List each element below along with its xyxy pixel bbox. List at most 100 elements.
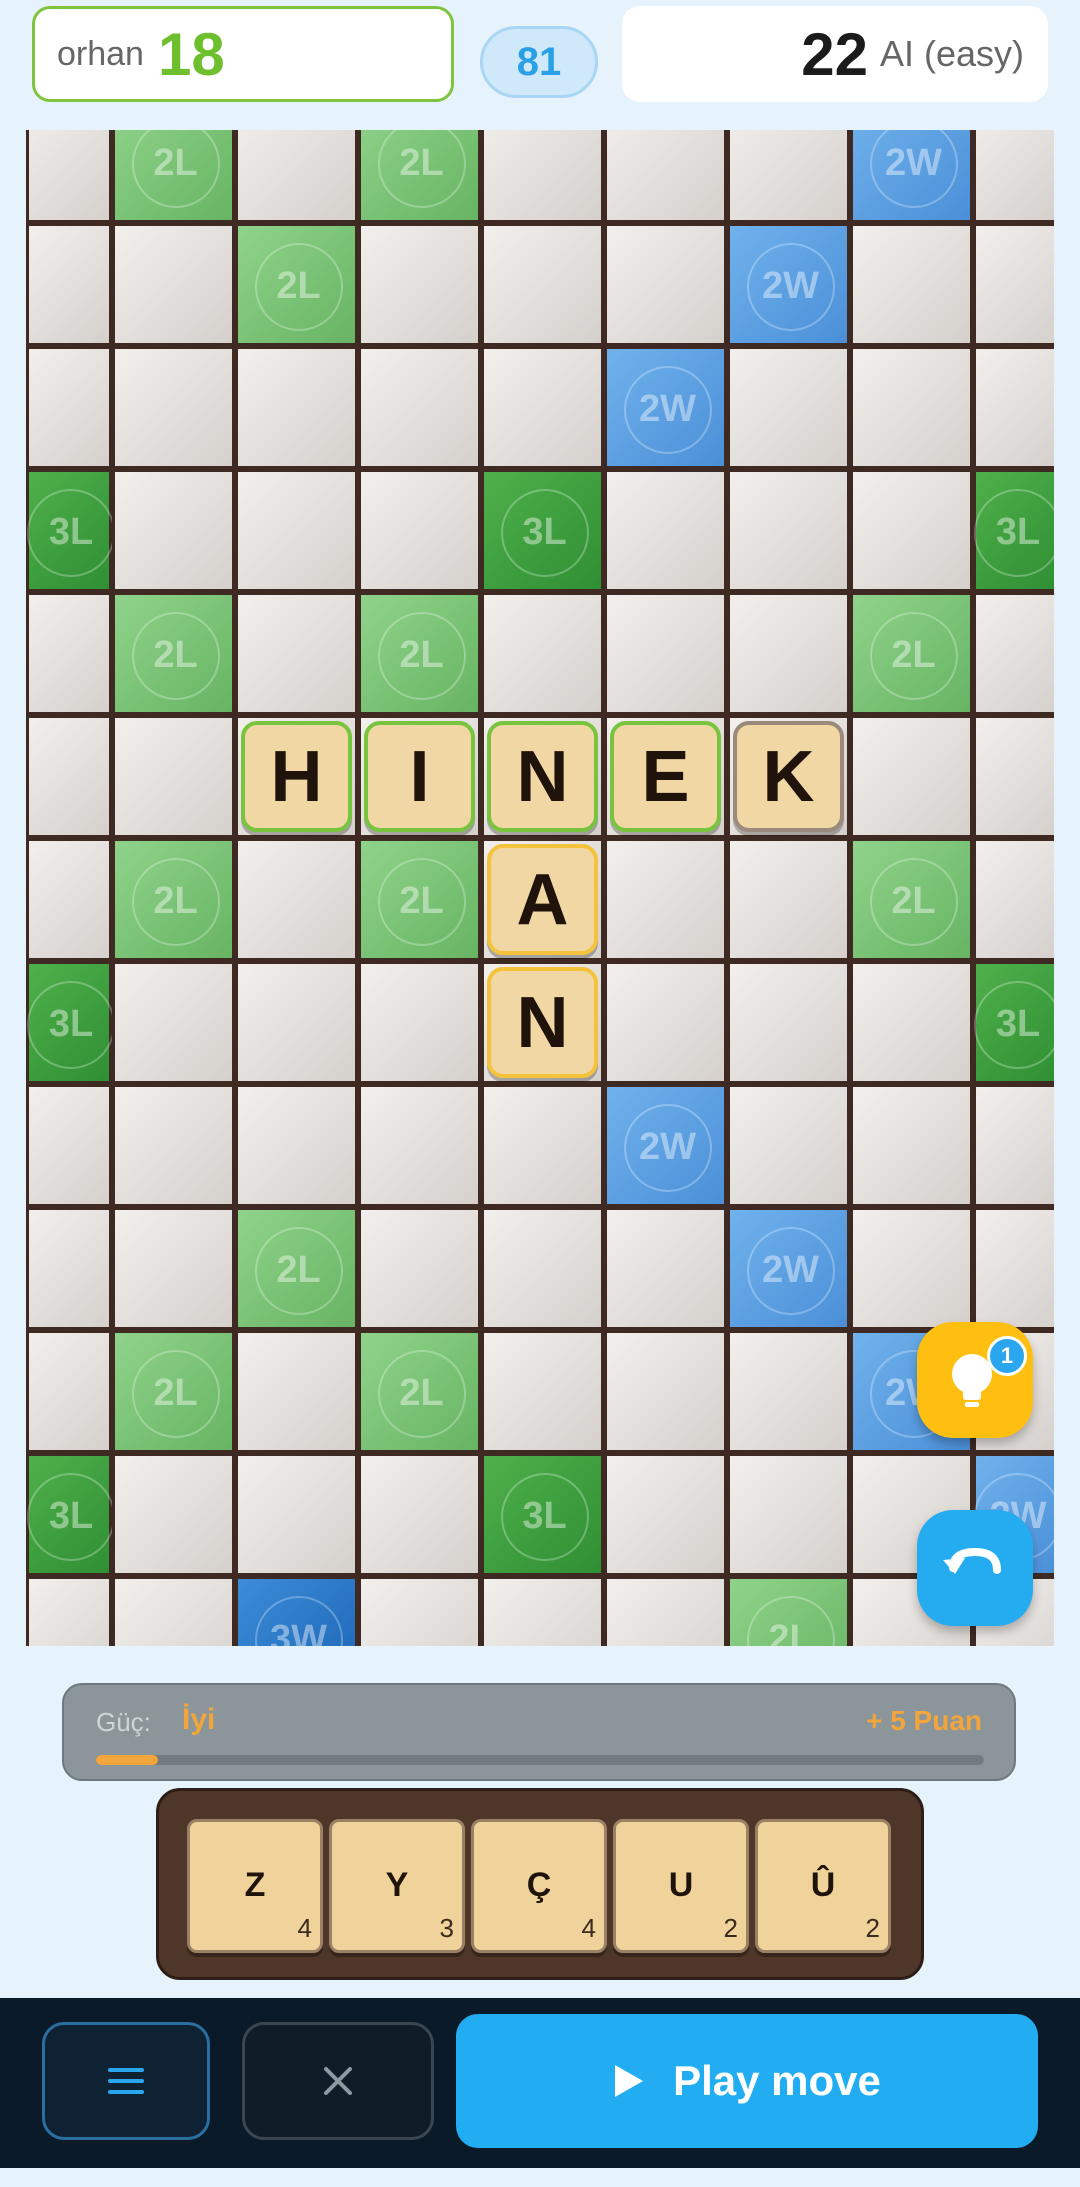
board-cell[interactable]	[235, 346, 358, 469]
bonus-cell-2l[interactable]: 2L	[112, 130, 235, 223]
board-cell[interactable]	[604, 592, 727, 715]
board-cell[interactable]	[26, 1576, 112, 1646]
bonus-cell-2l[interactable]: 2L	[112, 592, 235, 715]
hint-button[interactable]: 1	[917, 1322, 1033, 1438]
undo-button[interactable]	[917, 1510, 1033, 1626]
board-cell[interactable]	[973, 1207, 1054, 1330]
board-cell[interactable]	[358, 223, 481, 346]
board-cell[interactable]	[481, 223, 604, 346]
board-cell[interactable]	[727, 469, 850, 592]
board-cell[interactable]	[973, 715, 1054, 838]
board-cell[interactable]	[481, 1207, 604, 1330]
play-move-button[interactable]: Play move	[456, 2014, 1038, 2148]
bonus-cell-2l[interactable]: 2L	[850, 838, 973, 961]
rack-tile[interactable]: Y3	[329, 1819, 465, 1953]
board-cell[interactable]	[26, 1330, 112, 1453]
bonus-cell-2w[interactable]: 2W	[604, 1084, 727, 1207]
board-cell[interactable]	[235, 1453, 358, 1576]
board-cell[interactable]	[26, 592, 112, 715]
board-cell[interactable]	[26, 1084, 112, 1207]
board-cell[interactable]	[112, 469, 235, 592]
bonus-cell-2w[interactable]: 2W	[604, 346, 727, 469]
board-cell[interactable]	[358, 1453, 481, 1576]
board-cell[interactable]	[604, 1207, 727, 1330]
bonus-cell-2w[interactable]: 2W	[850, 130, 973, 223]
board-cell[interactable]	[973, 838, 1054, 961]
board-cell[interactable]	[604, 1576, 727, 1646]
board-cell[interactable]	[850, 223, 973, 346]
rack-tile[interactable]: Û2	[755, 1819, 891, 1953]
cancel-move-button[interactable]	[242, 2022, 434, 2140]
board-cell[interactable]	[481, 592, 604, 715]
board-cell[interactable]	[727, 1330, 850, 1453]
board-cell[interactable]	[727, 130, 850, 223]
board-cell[interactable]	[604, 961, 727, 1084]
board-cell[interactable]	[850, 715, 973, 838]
bonus-cell-3l[interactable]: 3L	[973, 469, 1054, 592]
board-cell[interactable]	[235, 838, 358, 961]
bonus-cell-2l[interactable]: 2L	[112, 838, 235, 961]
board-cell[interactable]	[850, 1084, 973, 1207]
board-cell[interactable]	[727, 1453, 850, 1576]
board-cell[interactable]	[112, 1207, 235, 1330]
board-cell[interactable]	[481, 1576, 604, 1646]
board-cell[interactable]	[26, 223, 112, 346]
board-cell[interactable]	[358, 961, 481, 1084]
bonus-cell-3l[interactable]: 3L	[26, 469, 115, 592]
board-cell[interactable]	[604, 1330, 727, 1453]
board-cell[interactable]	[235, 961, 358, 1084]
bonus-cell-2l[interactable]: 2L	[235, 223, 358, 346]
board-cell[interactable]	[358, 1207, 481, 1330]
board-cell[interactable]	[235, 130, 358, 223]
bonus-cell-2l[interactable]: 2L	[358, 1330, 481, 1453]
rack-tile[interactable]: Z4	[187, 1819, 323, 1953]
board-tile-a[interactable]: A	[487, 844, 598, 955]
rack-tile[interactable]: Ç4	[471, 1819, 607, 1953]
menu-button[interactable]	[42, 2022, 210, 2140]
board-cell[interactable]	[112, 1084, 235, 1207]
board-cell[interactable]	[973, 223, 1054, 346]
board-cell[interactable]	[235, 1084, 358, 1207]
bonus-cell-3l[interactable]: 3L	[26, 1453, 115, 1576]
board-cell[interactable]	[973, 130, 1054, 223]
board-cell[interactable]	[112, 715, 235, 838]
board-cell[interactable]	[112, 1576, 235, 1646]
board-cell[interactable]	[973, 346, 1054, 469]
board-cell[interactable]	[481, 346, 604, 469]
board-cell[interactable]	[850, 346, 973, 469]
board-cell[interactable]	[727, 346, 850, 469]
bonus-cell-2l[interactable]: 2L	[358, 130, 481, 223]
board-cell[interactable]	[112, 223, 235, 346]
board-cell[interactable]	[727, 1084, 850, 1207]
bonus-cell-2l[interactable]: 2L	[850, 592, 973, 715]
rack-tile[interactable]: U2	[613, 1819, 749, 1953]
board-cell[interactable]	[112, 961, 235, 1084]
board-cell[interactable]	[850, 1207, 973, 1330]
board-cell[interactable]	[604, 223, 727, 346]
board-cell[interactable]	[26, 1207, 112, 1330]
board-cell[interactable]	[973, 1084, 1054, 1207]
board-cell[interactable]	[112, 1453, 235, 1576]
bonus-cell-3l[interactable]: 3L	[481, 1453, 604, 1576]
bonus-cell-3l[interactable]: 3L	[481, 469, 604, 592]
bonus-cell-2w[interactable]: 2W	[727, 223, 850, 346]
board-cell[interactable]	[235, 469, 358, 592]
board-cell[interactable]	[481, 1084, 604, 1207]
board-cell[interactable]	[26, 130, 112, 223]
board-cell[interactable]	[727, 838, 850, 961]
board-cell[interactable]	[727, 592, 850, 715]
board-cell[interactable]	[850, 961, 973, 1084]
bonus-cell-2l[interactable]: 2L	[358, 592, 481, 715]
board-cell[interactable]	[481, 130, 604, 223]
bonus-cell-2l[interactable]: 2L	[727, 1576, 850, 1646]
board-cell[interactable]	[604, 469, 727, 592]
board-cell[interactable]	[604, 1453, 727, 1576]
bonus-cell-2l[interactable]: 2L	[235, 1207, 358, 1330]
board-cell[interactable]	[358, 346, 481, 469]
bonus-cell-3l[interactable]: 3L	[26, 961, 115, 1084]
tiles-remaining-badge[interactable]: 81	[480, 26, 598, 98]
board-cell[interactable]	[358, 469, 481, 592]
board-cell[interactable]	[235, 592, 358, 715]
board-cell[interactable]	[358, 1576, 481, 1646]
board-cell[interactable]	[604, 130, 727, 223]
